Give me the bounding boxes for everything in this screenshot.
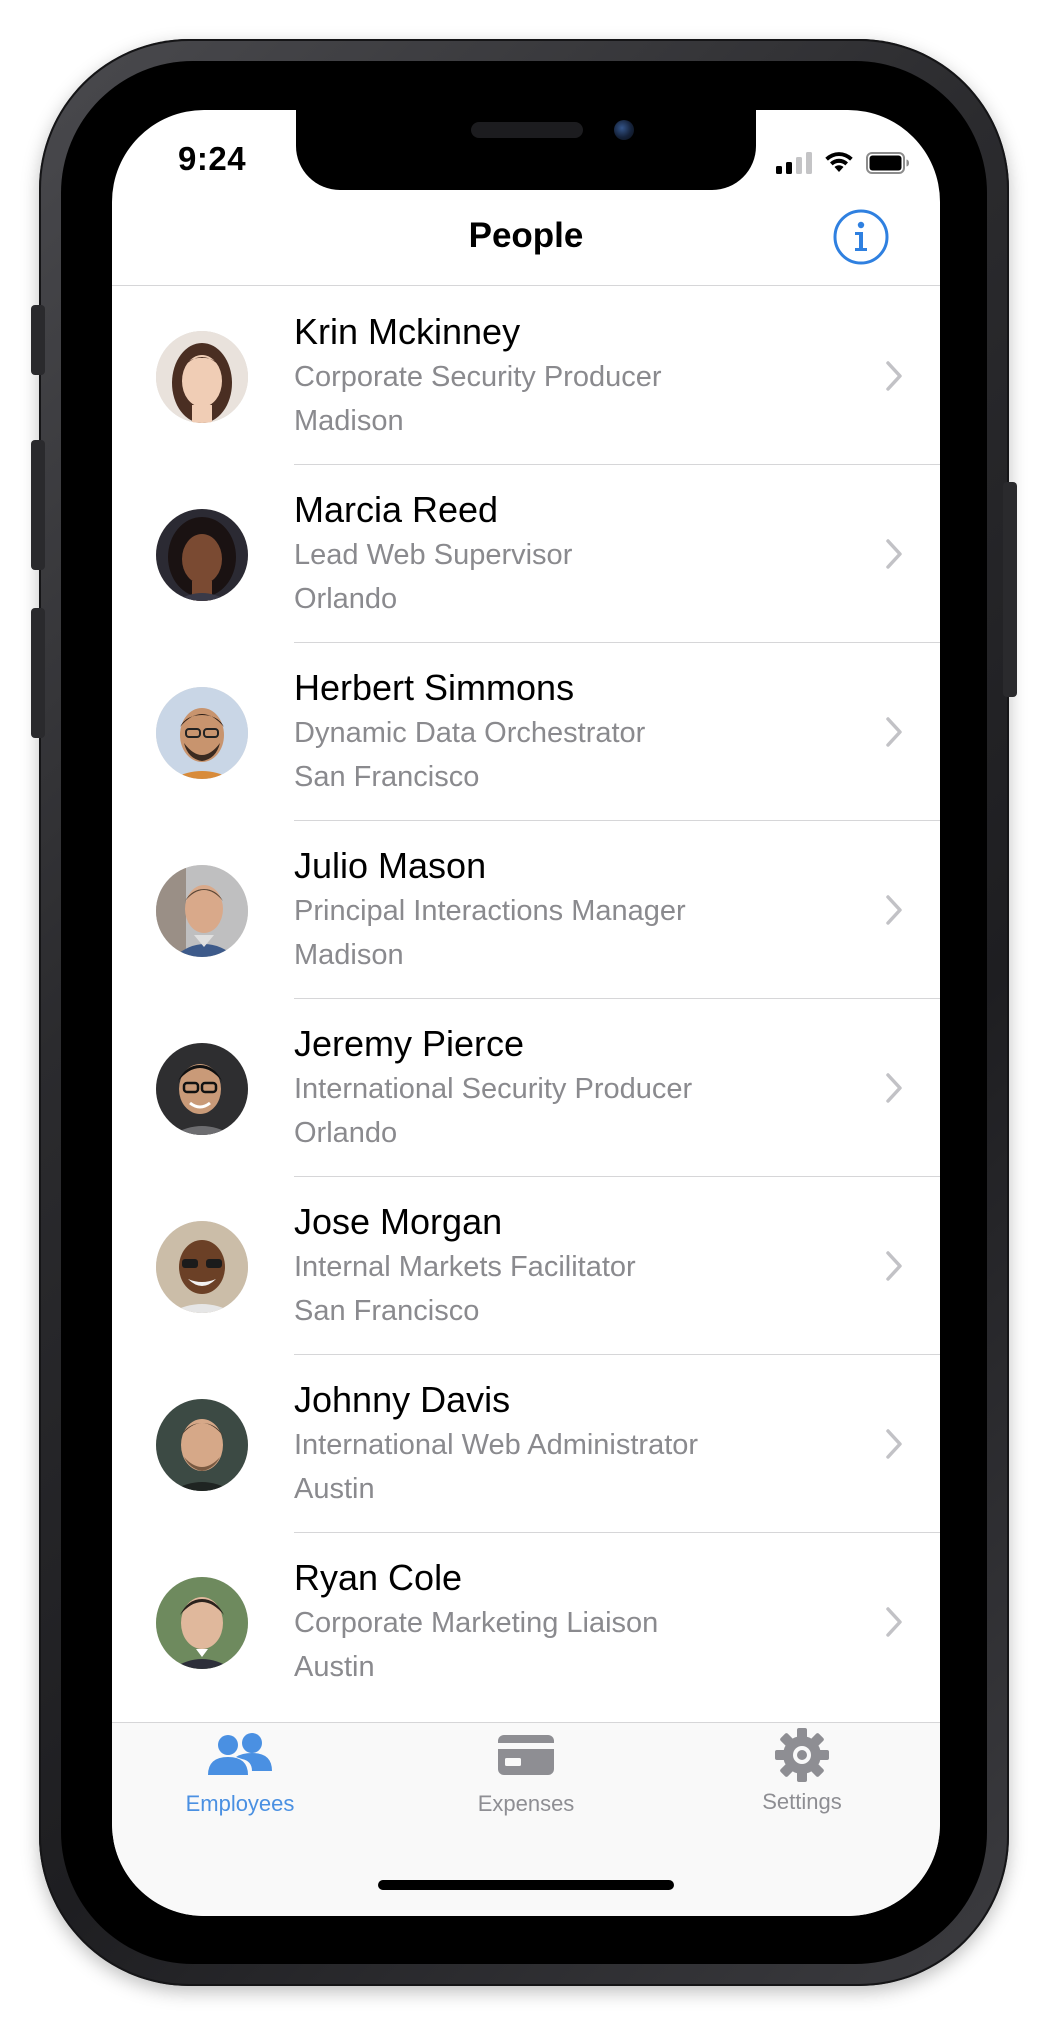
person-title: Lead Web Supervisor: [294, 539, 573, 571]
info-icon[interactable]: [832, 208, 890, 266]
person-city: San Francisco: [294, 761, 480, 793]
chevron-right-icon: [886, 717, 902, 747]
status-icons: [776, 148, 910, 174]
person-city: Austin: [294, 1651, 375, 1683]
tab-employees[interactable]: Employees: [140, 1731, 340, 1817]
person-title: Internal Markets Facilitator: [294, 1251, 636, 1283]
person-name: Herbert Simmons: [294, 667, 575, 708]
list-item[interactable]: Jose Morgan Internal Markets Facilitator…: [112, 1177, 940, 1355]
signal-icon: [776, 152, 812, 174]
avatar: [156, 1221, 248, 1313]
person-name: Marcia Reed: [294, 489, 499, 530]
screen: 9:24 People Krin Mckinney Corporate Secu…: [112, 110, 940, 1916]
person-name: Krin Mckinney: [294, 311, 521, 352]
card-icon: [498, 1735, 554, 1775]
tab-label: Expenses: [477, 1791, 575, 1816]
people-icon: [208, 1733, 272, 1775]
chevron-right-icon: [886, 1607, 902, 1637]
list-item[interactable]: Julio Mason Principal Interactions Manag…: [112, 821, 940, 999]
chevron-right-icon: [886, 1429, 902, 1459]
mute-switch: [31, 305, 45, 375]
person-city: Madison: [294, 939, 404, 971]
avatar: [156, 865, 248, 957]
tab-expenses[interactable]: Expenses: [426, 1731, 626, 1817]
person-title: Corporate Security Producer: [294, 361, 662, 393]
list-item[interactable]: Johnny Davis International Web Administr…: [112, 1355, 940, 1533]
avatar: [156, 509, 248, 601]
tab-label: Settings: [762, 1789, 842, 1814]
person-title: Corporate Marketing Liaison: [294, 1607, 659, 1639]
person-name: Johnny Davis: [294, 1379, 511, 1420]
avatar: [156, 1577, 248, 1669]
list-item[interactable]: Marcia Reed Lead Web Supervisor Orlando: [112, 465, 940, 643]
notch: [296, 110, 756, 190]
people-list: Krin Mckinney Corporate Security Produce…: [112, 287, 940, 1711]
wifi-icon: [825, 152, 853, 172]
person-title: International Web Administrator: [294, 1429, 699, 1461]
person-city: Madison: [294, 405, 404, 437]
volume-up-button: [31, 440, 45, 570]
person-name: Jose Morgan: [294, 1201, 503, 1242]
avatar: [156, 1399, 248, 1491]
person-name: Julio Mason: [294, 845, 487, 886]
list-item[interactable]: Herbert Simmons Dynamic Data Orchestrato…: [112, 643, 940, 821]
battery-icon: [866, 152, 909, 174]
person-title: Principal Interactions Manager: [294, 895, 686, 927]
list-item[interactable]: Ryan Cole Corporate Marketing Liaison Au…: [112, 1533, 940, 1711]
home-indicator[interactable]: [378, 1880, 674, 1890]
power-button: [1003, 482, 1017, 697]
avatar: [156, 331, 248, 423]
person-title: International Security Producer: [294, 1073, 693, 1105]
person-city: San Francisco: [294, 1295, 480, 1327]
person-city: Orlando: [294, 1117, 398, 1149]
person-city: Orlando: [294, 583, 398, 615]
chevron-right-icon: [886, 1251, 902, 1281]
tab-settings[interactable]: Settings: [702, 1728, 902, 1815]
navigation-bar: People: [112, 190, 940, 286]
chevron-right-icon: [886, 539, 902, 569]
avatar: [156, 1043, 248, 1135]
list-item[interactable]: Krin Mckinney Corporate Security Produce…: [112, 287, 940, 465]
person-city: Austin: [294, 1473, 375, 1505]
person-name: Ryan Cole: [294, 1557, 463, 1598]
list-item[interactable]: Jeremy Pierce International Security Pro…: [112, 999, 940, 1177]
chevron-right-icon: [886, 361, 902, 391]
avatar: [156, 687, 248, 779]
tab-label: Employees: [185, 1791, 295, 1816]
earpiece-speaker: [471, 122, 583, 138]
gear-icon: [775, 1728, 829, 1782]
page-title: People: [468, 216, 584, 255]
chevron-right-icon: [886, 895, 902, 925]
chevron-right-icon: [886, 1073, 902, 1103]
front-camera: [614, 120, 634, 140]
person-title: Dynamic Data Orchestrator: [294, 717, 646, 749]
status-time: 9:24: [178, 140, 247, 177]
volume-down-button: [31, 608, 45, 738]
person-name: Jeremy Pierce: [294, 1023, 525, 1064]
